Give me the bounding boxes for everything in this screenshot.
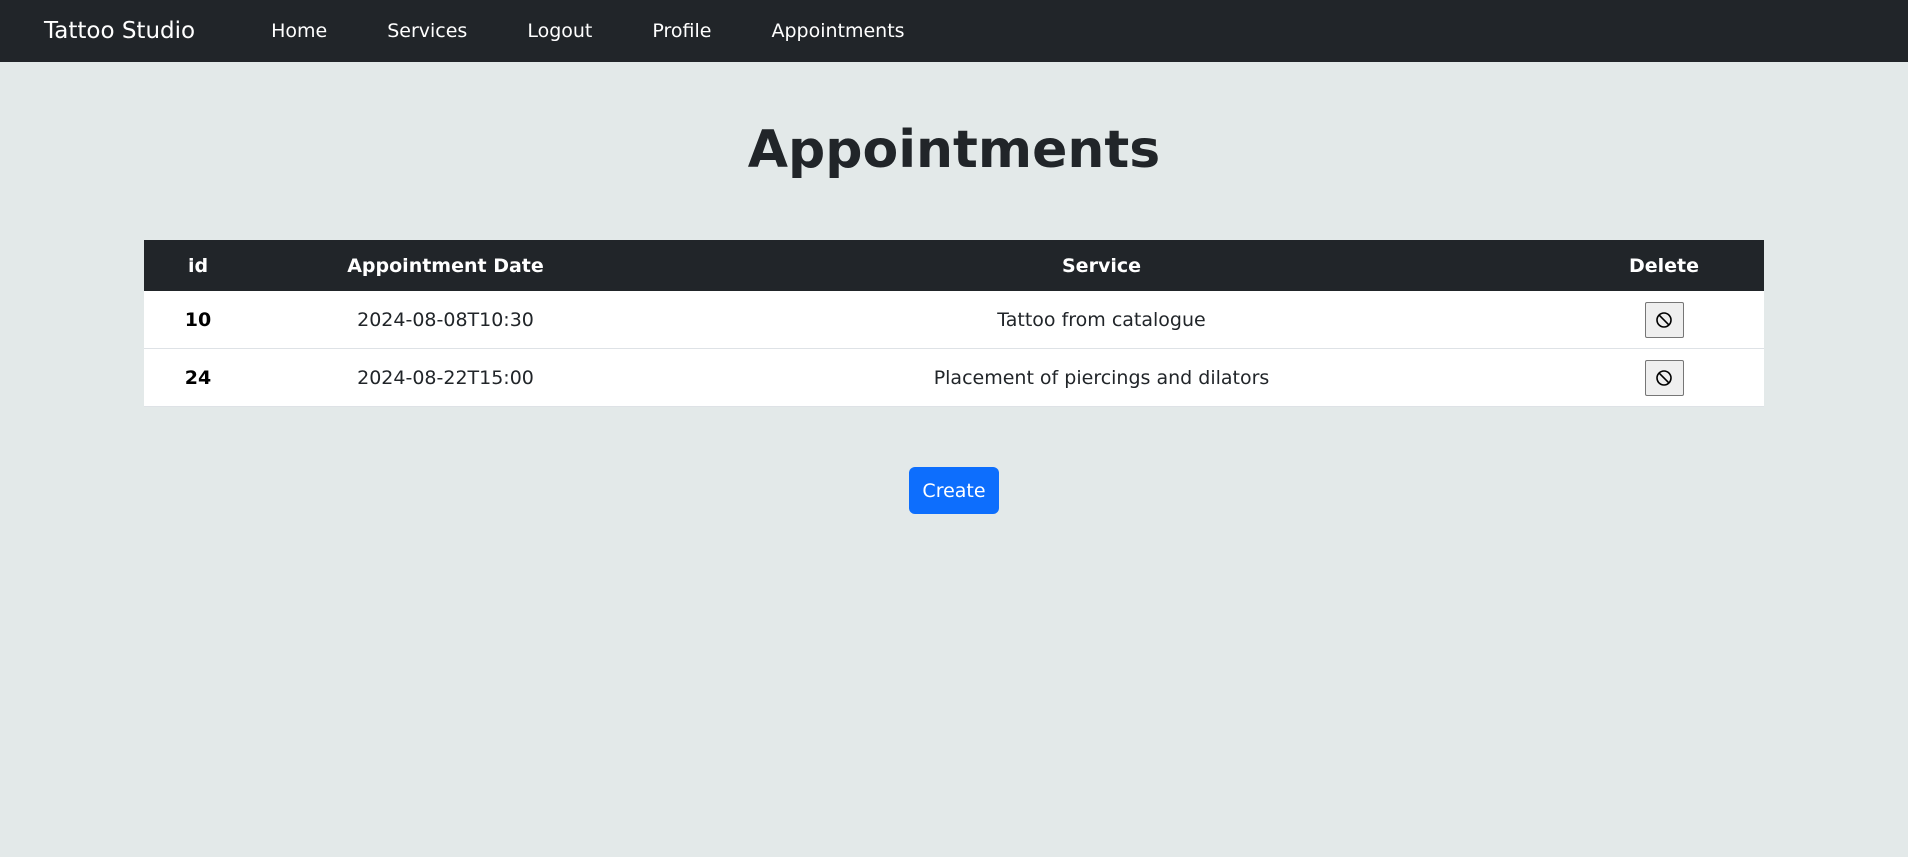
cell-id: 24 [144,348,252,407]
appointments-table-container: id Appointment Date Service Delete 10 20… [144,240,1764,407]
table-header-row: id Appointment Date Service Delete [144,240,1764,291]
nav-link-logout[interactable]: Logout [527,20,592,42]
header-delete: Delete [1628,254,1700,277]
page-title: Appointments [747,120,1161,180]
nav-link-home[interactable]: Home [271,20,327,42]
cell-appointment-date: 2024-08-08T10:30 [252,291,639,349]
brand-link[interactable]: Tattoo Studio [44,18,195,44]
table-row: 24 2024-08-22T15:00 Placement of piercin… [144,348,1764,407]
nav-link-appointments[interactable]: Appointments [771,20,904,42]
appointments-table: id Appointment Date Service Delete 10 20… [144,240,1764,407]
cell-id: 10 [144,291,252,349]
delete-button[interactable] [1644,301,1684,338]
delete-button[interactable] [1644,359,1684,396]
create-button[interactable]: Create [909,467,999,514]
header-service: Service [1062,254,1141,277]
nav-link-profile[interactable]: Profile [652,20,711,42]
cell-appointment-date: 2024-08-22T15:00 [252,348,639,407]
nav-link-services[interactable]: Services [387,20,467,42]
ban-icon [1656,369,1672,386]
table-row: 10 2024-08-08T10:30 Tattoo from catalogu… [144,291,1764,349]
navbar: Tattoo Studio Home Services Logout Profi… [0,0,1908,62]
cell-service: Tattoo from catalogue [639,291,1564,349]
cell-service: Placement of piercings and dilators [639,348,1564,407]
create-container: Create [0,467,1908,514]
ban-icon [1656,311,1672,328]
header-appointment-date: Appointment Date [347,254,544,277]
cell-delete [1564,291,1764,349]
cell-delete [1564,348,1764,407]
header-id: id [187,254,209,277]
